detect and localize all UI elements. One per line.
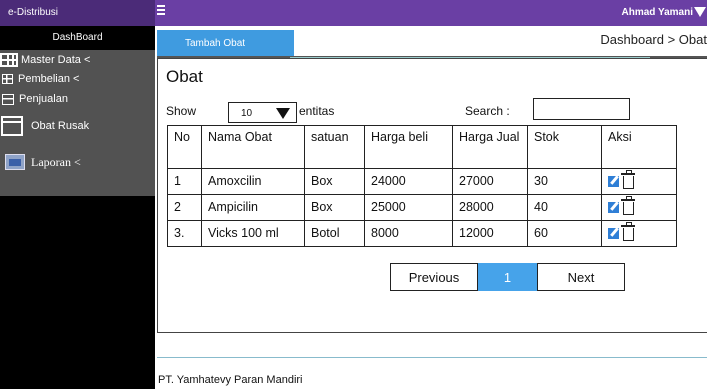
table-row: 3. Vicks 100 ml Botol 8000 12000 60 <box>167 220 677 247</box>
table-row: 1 Amoxcilin Box 24000 27000 30 <box>167 168 677 195</box>
table-cell: Botol <box>304 220 365 247</box>
table-cell: 3. <box>167 220 202 247</box>
page-length-value: 10 <box>241 108 253 119</box>
edit-icon[interactable] <box>608 202 619 213</box>
table-cell: 27000 <box>452 168 528 195</box>
sidebar-item-penjualan[interactable]: Penjualan <box>0 90 155 108</box>
action-cell <box>601 220 677 247</box>
column-header[interactable]: Harga beli <box>364 125 453 169</box>
sidebar-item-label: Laporan < <box>31 154 81 169</box>
drug-panel: Obat Show 10 entitas Search : No Nama Ob… <box>157 58 707 333</box>
sidebar-item-label: Master Data < <box>21 54 91 66</box>
action-cell <box>601 168 677 195</box>
table-cell: Ampicilin <box>201 194 305 221</box>
caret-down-icon <box>276 108 290 119</box>
table-cell: 28000 <box>452 194 528 221</box>
search-label: Search : <box>465 104 510 118</box>
column-header[interactable]: Stok <box>527 125 602 169</box>
table-cell: 25000 <box>364 194 453 221</box>
sidebar-item-label: Obat Rusak <box>31 120 90 132</box>
report-icon <box>5 154 25 170</box>
column-header[interactable]: Harga Jual <box>452 125 528 169</box>
sidebar: DashBoard Master Data < Pembelian < Penj… <box>0 26 155 389</box>
brand-logo[interactable]: e-Distribusi <box>0 0 155 26</box>
trash-icon[interactable] <box>621 170 635 189</box>
table-cell: 60 <box>527 220 602 247</box>
action-cell <box>601 194 677 221</box>
page-1-button[interactable]: 1 <box>478 263 537 291</box>
column-header: Aksi <box>601 125 677 169</box>
grid-icon <box>0 53 18 67</box>
entries-label: entitas <box>299 104 335 118</box>
table-cell: Box <box>304 168 365 195</box>
menu-toggle-icon[interactable] <box>157 5 165 19</box>
column-header[interactable]: No <box>167 125 202 169</box>
table-header-row: No Nama Obat satuan Harga beli Harga Jua… <box>167 125 677 169</box>
breadcrumb: Dashboard > Obat <box>600 32 707 47</box>
page-title: Obat <box>166 67 203 86</box>
sidebar-item-obat-rusak[interactable]: Obat Rusak <box>0 113 155 139</box>
table-cell: 40 <box>527 194 602 221</box>
table-cell: Box <box>304 194 365 221</box>
footer-divider <box>157 357 707 358</box>
next-page-button[interactable]: Next <box>537 263 625 291</box>
search-input[interactable] <box>533 98 630 120</box>
sidebar-item-label: Pembelian < <box>18 73 80 85</box>
edit-icon[interactable] <box>608 176 619 187</box>
sidebar-item-laporan[interactable]: Laporan < <box>0 151 155 173</box>
grid-icon <box>2 74 13 84</box>
sidebar-dashboard[interactable]: DashBoard <box>0 26 155 50</box>
table-cell: 24000 <box>364 168 453 195</box>
column-header[interactable]: Nama Obat <box>201 125 305 169</box>
edit-icon[interactable] <box>608 228 619 239</box>
footer-text: PT. Yamhatevy Paran Mandiri <box>158 374 303 386</box>
table-cell: 1 <box>167 168 202 195</box>
table-row: 2 Ampicilin Box 25000 28000 40 <box>167 194 677 221</box>
table-cell: 8000 <box>364 220 453 247</box>
sidebar-item-label: Penjualan <box>19 93 68 105</box>
drug-table: No Nama Obat satuan Harga beli Harga Jua… <box>167 125 677 247</box>
show-label: Show <box>166 104 197 118</box>
table-cell: Vicks 100 ml <box>201 220 305 247</box>
previous-page-button[interactable]: Previous <box>390 263 478 291</box>
box-icon <box>1 116 23 136</box>
table-cell: 12000 <box>452 220 528 247</box>
page-length-select[interactable]: 10 <box>228 102 297 123</box>
user-dropdown-icon[interactable] <box>694 7 706 17</box>
table-cell: Amoxcilin <box>201 168 305 195</box>
box-icon <box>2 93 14 105</box>
sidebar-item-master-data[interactable]: Master Data < <box>0 50 155 70</box>
user-name[interactable]: Ahmad Yamani <box>621 7 693 18</box>
top-bar: e-Distribusi Ahmad Yamani <box>0 0 707 26</box>
trash-icon[interactable] <box>621 196 635 215</box>
table-cell: 2 <box>167 194 202 221</box>
table-cell: 30 <box>527 168 602 195</box>
sidebar-item-pembelian[interactable]: Pembelian < <box>0 70 155 88</box>
column-header[interactable]: satuan <box>304 125 365 169</box>
trash-icon[interactable] <box>621 222 635 241</box>
add-drug-button[interactable]: Tambah Obat <box>157 30 294 56</box>
